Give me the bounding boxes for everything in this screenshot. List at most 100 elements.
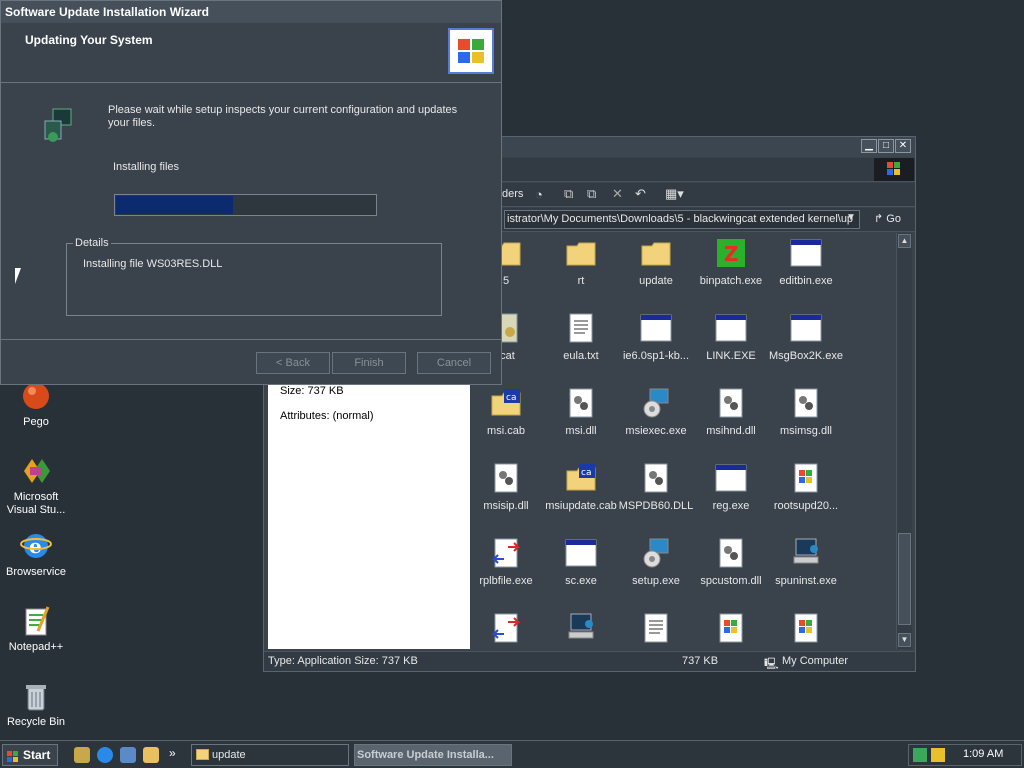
show-desktop-icon[interactable] [74,747,90,763]
file-item[interactable]: msihnd.dll [691,387,771,437]
file-item[interactable] [691,612,771,649]
status-bar: Type: Application Size: 737 KB 737 KB 🖳 … [264,651,915,671]
start-button[interactable]: Start [2,744,58,766]
undo-icon[interactable]: ↶ [635,186,646,202]
file-item[interactable]: MsgBox2K.exe [766,312,846,362]
file-size-info: Size: 737 KB [280,385,344,397]
file-item[interactable]: reg.exe [691,462,771,512]
file-label: msisip.dll [483,500,529,512]
search-folder-icon[interactable] [143,747,159,763]
file-label: msi.dll [565,425,597,437]
address-dropdown-icon[interactable]: ▼ [846,212,856,223]
computer-icon [790,537,822,569]
file-list: 5 rt update Zbinpatch.exe editbin.exe .cat eul… [470,233,896,649]
file-item[interactable] [616,612,696,649]
folder-icon [196,749,209,760]
file-item[interactable]: LINK.EXE [691,312,771,362]
desktop-icon-browservice[interactable]: e Browservice [0,530,72,579]
scroll-up-icon[interactable]: ▲ [898,234,911,248]
file-item[interactable]: ca msiupdate.cab [541,462,621,512]
views-icon[interactable]: ▦▾ [665,186,684,202]
go-button[interactable]: ↱ Go [868,210,912,229]
svg-text:ca: ca [581,468,591,478]
file-item[interactable]: msiexec.exe [616,387,696,437]
move-to-icon[interactable]: ⧉ [564,186,573,202]
file-label: msiupdate.cab [545,500,617,512]
file-label: msiexec.exe [625,425,687,437]
file-label: eula.txt [563,350,599,362]
back-button[interactable]: < Back [256,352,330,374]
close-button[interactable]: ✕ [895,139,911,153]
file-item[interactable]: rplbfile.exe [470,537,546,587]
desktop-icon-notepadpp[interactable]: Notepad++ [0,605,72,654]
delete-icon[interactable]: ✕ [612,186,623,202]
file-label: reg.exe [712,500,750,512]
file-item[interactable]: MSPDB60.DLL [616,462,696,512]
task-update[interactable]: update [191,744,349,766]
scroll-down-icon[interactable]: ▼ [898,633,911,647]
computer-icon [565,612,597,644]
app-icon [715,312,747,344]
svg-text:e: e [29,534,42,558]
file-item[interactable]: spcustom.dll [691,537,771,587]
desktop-icon-visual-studio[interactable]: Microsoft Visual Stu... [0,455,72,517]
dll-icon [565,387,597,419]
network-tray-icon[interactable] [913,748,927,762]
status-size: 737 KB [682,655,719,667]
file-item[interactable]: editbin.exe [766,237,846,287]
file-item[interactable]: ca msi.cab [470,387,546,437]
quicklaunch-overflow[interactable]: » [169,746,176,760]
browser-icon[interactable] [97,747,113,763]
file-label: setup.exe [632,575,680,587]
file-item[interactable]: sc.exe [541,537,621,587]
taskbar: Start » update Software Update Installa.… [0,740,1024,768]
windows-flag-icon [7,749,19,762]
file-item[interactable] [470,612,546,649]
desktop-icon-pego[interactable]: Pego [0,380,72,429]
scroll-thumb[interactable] [898,533,911,625]
file-item[interactable]: rootsupd20... [766,462,846,512]
file-item[interactable] [541,612,621,649]
browser-icon: e [20,530,52,562]
desktop-icon-label: Microsoft Visual Stu... [6,491,66,516]
file-item[interactable]: setup.exe [616,537,696,587]
file-label: msihnd.dll [706,425,756,437]
file-item[interactable]: msimsg.dll [766,387,846,437]
progress-fill [116,196,234,214]
file-item[interactable]: spuninst.exe [766,537,846,587]
vertical-scrollbar[interactable]: ▲ ▼ [896,233,912,649]
file-label: msi.cab [487,425,525,437]
address-input[interactable]: istrator\My Documents\Downloads\5 - blac… [504,210,860,229]
file-item[interactable]: rt [541,237,621,287]
minimize-button[interactable]: ▁ [861,139,877,153]
file-label: msimsg.dll [780,425,832,437]
dll-icon [715,537,747,569]
file-item[interactable]: update [616,237,696,287]
wizard-message: Please wait while setup inspects your cu… [108,104,458,129]
finish-button[interactable]: Finish [332,352,406,374]
desktop-icon-recycle-bin[interactable]: Recycle Bin [0,680,72,729]
copy-to-icon[interactable]: ⧉ [587,186,596,202]
history-icon[interactable]: ◔ [535,187,543,202]
file-item[interactable]: Zbinpatch.exe [691,237,771,287]
computer-icon: 🖳 [764,658,779,670]
file-item[interactable] [766,612,846,649]
task-software-update[interactable]: Software Update Installa... [354,744,512,766]
winlogo-icon [715,612,747,644]
clock[interactable]: 1:09 AM [963,748,1003,760]
file-item[interactable]: msisip.dll [470,462,546,512]
file-item[interactable]: ie6.0sp1-kb... [616,312,696,362]
cancel-button[interactable]: Cancel [417,352,491,374]
dll-icon [790,387,822,419]
folders-button[interactable]: ders [502,188,523,200]
maximize-button[interactable]: □ [878,139,894,153]
wizard-heading: Updating Your System [25,33,153,47]
network-icon[interactable] [120,747,136,763]
wizard-title[interactable]: Software Update Installation Wizard [1,1,501,23]
installer-icon [640,387,672,419]
volume-tray-icon[interactable] [931,748,945,762]
folder-icon [640,237,672,269]
file-item[interactable]: msi.dll [541,387,621,437]
file-item[interactable]: eula.txt [541,312,621,362]
file-label: rootsupd20... [773,500,839,512]
